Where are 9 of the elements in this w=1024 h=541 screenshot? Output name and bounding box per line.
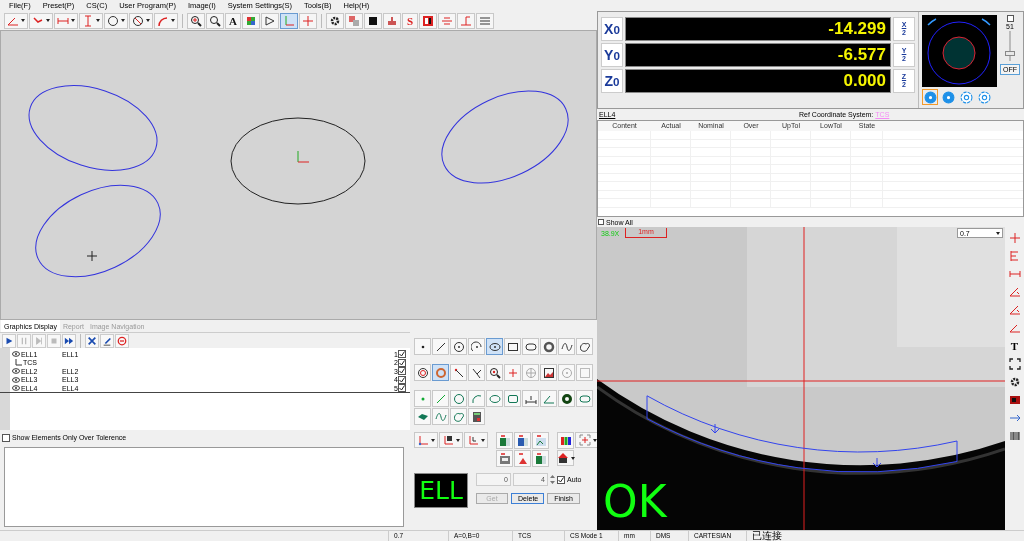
- coordinate-readout: -6.577: [625, 43, 891, 67]
- text-tool-button[interactable]: T: [1006, 338, 1023, 353]
- script-tool-button[interactable]: S: [402, 12, 418, 29]
- verdict-label: OK: [603, 480, 667, 524]
- status-field: 已连接: [746, 531, 806, 541]
- element-display: ELL: [414, 473, 468, 508]
- coordinate-readout: 0.000: [625, 69, 891, 93]
- text-tool-button[interactable]: A: [225, 12, 241, 29]
- coordinate-readout: -14.299: [625, 17, 891, 41]
